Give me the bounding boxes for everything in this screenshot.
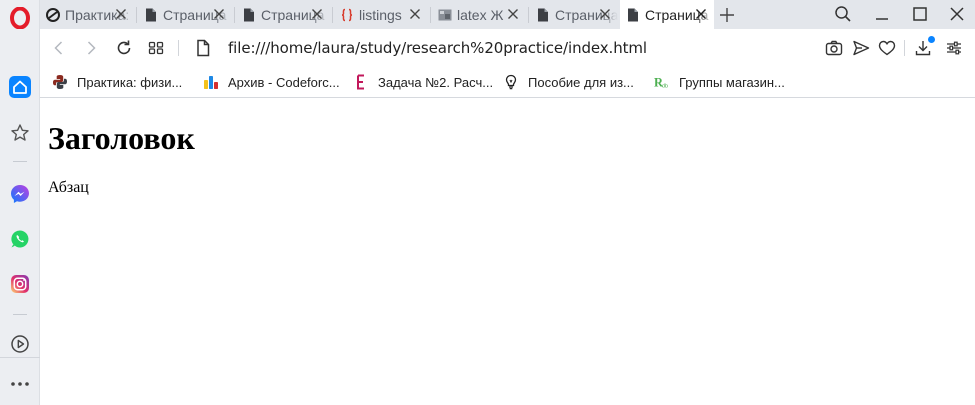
sidebar-divider <box>13 161 27 162</box>
tab-divider <box>528 7 529 23</box>
braces-icon <box>340 8 354 22</box>
tab-6[interactable]: Страница <box>530 0 618 29</box>
tab-divider <box>136 7 137 23</box>
bookmark-label: Задача №2. Расч... <box>378 74 494 90</box>
back-icon[interactable] <box>49 38 69 58</box>
tab-4[interactable]: listings <box>334 0 428 29</box>
address-bar: file:///home/laura/study/research%20prac… <box>40 29 975 67</box>
close-tab-icon[interactable] <box>598 7 612 21</box>
download-badge <box>928 36 935 43</box>
new-tab-icon[interactable] <box>716 4 738 26</box>
bookmark-label: Архив - Codeforc... <box>228 74 340 90</box>
messenger-icon[interactable] <box>8 182 32 206</box>
sidebar-divider <box>13 314 27 315</box>
bookmark-item[interactable]: Практика: физи... <box>52 73 182 91</box>
tab-strip: Практика: физика Страница Страница listi… <box>40 0 975 29</box>
search-tabs-icon[interactable] <box>832 3 854 25</box>
tab-7-active[interactable]: Страница <box>620 0 714 29</box>
easy-setup-icon[interactable] <box>945 39 963 57</box>
toolbar-divider <box>904 40 905 56</box>
document-icon <box>626 8 640 22</box>
camera-snapshot-icon[interactable] <box>825 39 843 57</box>
player-icon[interactable] <box>8 332 32 356</box>
bookmark-item[interactable]: Rdb Группы магазин... <box>654 73 785 91</box>
bookmark-label: Пособие для из... <box>528 74 634 90</box>
image-icon <box>438 8 452 22</box>
e-letter-icon <box>353 74 369 90</box>
opera-logo-icon <box>46 7 60 22</box>
document-icon <box>144 8 158 22</box>
bookmark-item[interactable]: Задача №2. Расч... <box>353 73 493 91</box>
maximize-icon[interactable] <box>909 3 931 25</box>
bookmarks-bar: Практика: физи... Архив - Codeforc... За… <box>40 67 975 98</box>
tab-divider <box>332 7 333 23</box>
whatsapp-icon[interactable] <box>8 227 32 251</box>
bookmark-label: Практика: физи... <box>77 74 183 90</box>
page-heading: Заголовок <box>48 120 195 156</box>
reload-icon[interactable] <box>114 38 134 58</box>
python-icon <box>52 74 68 90</box>
opera-menu-icon[interactable] <box>8 6 32 30</box>
svg-text:db: db <box>662 83 668 89</box>
sidebar <box>0 0 40 405</box>
file-icon[interactable] <box>193 38 213 58</box>
close-tab-icon[interactable] <box>506 7 520 21</box>
tab-1[interactable]: Практика: физика <box>40 0 134 29</box>
url-field[interactable]: file:///home/laura/study/research%20prac… <box>228 39 647 57</box>
tab-divider <box>430 7 431 23</box>
codeforces-icon <box>203 74 219 90</box>
close-window-icon[interactable] <box>946 3 968 25</box>
bookmark-item[interactable]: Архив - Codeforc... <box>203 73 340 91</box>
tab-snapshot-icon[interactable] <box>146 38 166 58</box>
tab-divider <box>234 7 235 23</box>
forward-icon[interactable] <box>81 38 101 58</box>
page-viewport: Заголовок Абзац <box>40 99 975 405</box>
close-tab-icon[interactable] <box>114 7 128 21</box>
tab-3[interactable]: Страница <box>236 0 330 29</box>
sidebar-divider <box>0 357 40 358</box>
rdb-icon: Rdb <box>654 74 670 90</box>
send-icon[interactable] <box>852 39 870 57</box>
tab-5[interactable]: latex Ж <box>432 0 526 29</box>
bookmark-item[interactable]: Пособие для из... <box>503 73 634 91</box>
document-icon <box>242 8 256 22</box>
speed-dial-icon[interactable] <box>8 75 32 99</box>
toolbar-divider <box>178 40 179 56</box>
close-tab-icon[interactable] <box>408 7 422 21</box>
bookmarks-star-icon[interactable] <box>8 121 32 145</box>
page-paragraph: Абзац <box>48 179 89 196</box>
minimize-icon[interactable] <box>871 3 893 25</box>
close-tab-icon[interactable] <box>694 7 708 21</box>
close-tab-icon[interactable] <box>212 7 226 21</box>
instagram-icon[interactable] <box>8 272 32 296</box>
heart-icon[interactable] <box>878 39 896 57</box>
bookmark-label: Группы магазин... <box>679 74 785 90</box>
lightbulb-icon <box>503 74 519 90</box>
close-tab-icon[interactable] <box>310 7 324 21</box>
tab-2[interactable]: Страница <box>138 0 232 29</box>
more-options-icon[interactable] <box>8 372 32 396</box>
document-icon <box>536 8 550 22</box>
